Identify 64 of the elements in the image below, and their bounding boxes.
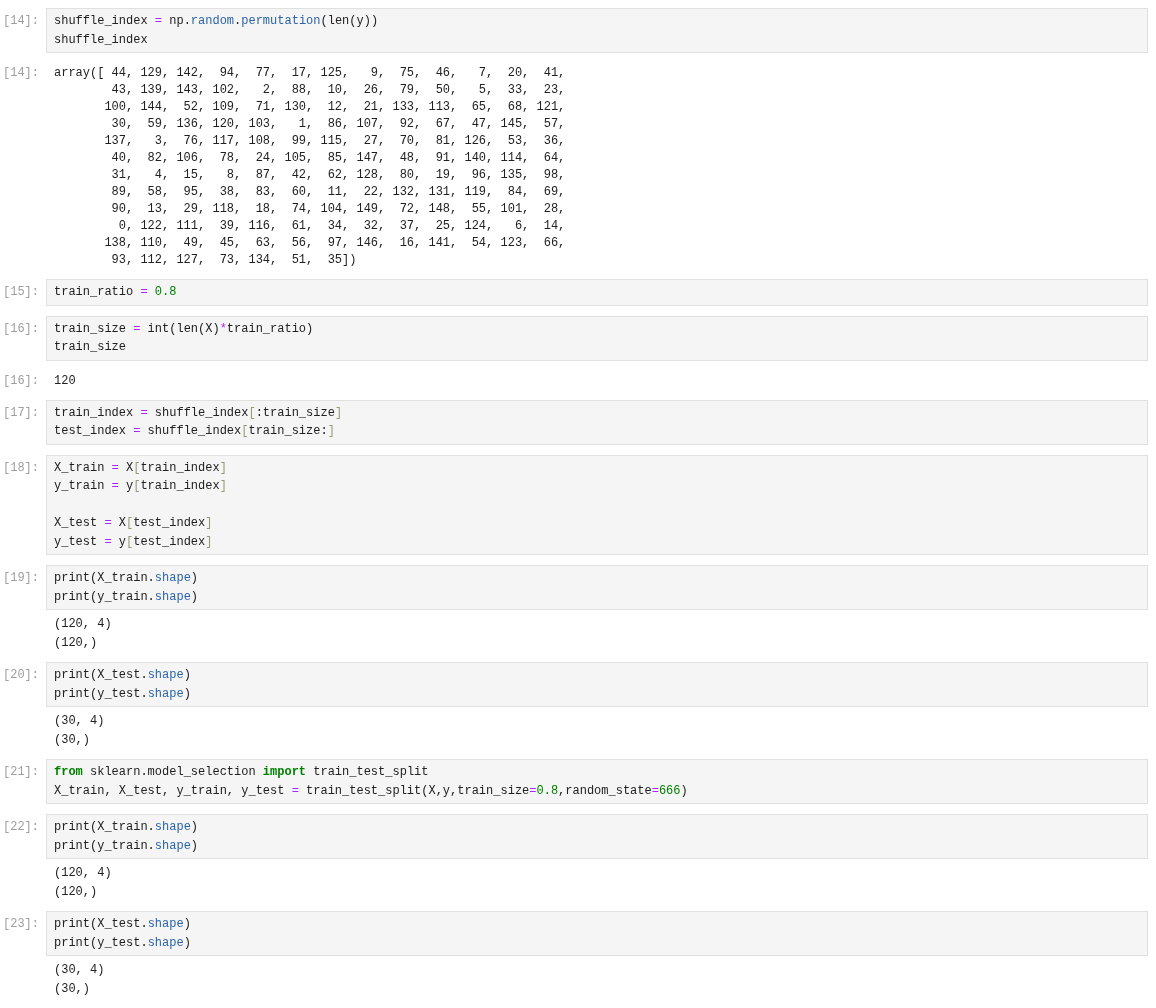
- code-line: print(X_train.shape): [54, 570, 200, 587]
- output-line: (30,): [54, 980, 91, 998]
- input-prompt: [16]:: [2, 320, 40, 338]
- code-cell[interactable]: X_train = X[train_index] y_train = y[train_index] X_test = X[test_index] y_test = y[test_index]: [46, 454, 1148, 555]
- output-line: 89, 58, 95, 38, 83, 60, 11, 22, 132, 131, 119, 84, 69,: [110, 184, 567, 201]
- code-cell[interactable]: print(X_test.shape) print(y_test.shape): [46, 662, 1148, 707]
- code-line: X_train = X[train_index]: [54, 459, 228, 477]
- code-line: train_size: [54, 339, 127, 356]
- code-line: shuffle_index: [54, 31, 149, 49]
- output-line: 90, 13, 29, 118, 18, 74, 104, 149, 72, 148, 55, 101, 28,: [110, 201, 567, 218]
- output-line: 31, 4, 15, 8, 87, 42, 62, 128, 80, 19, 96, 135, 98,: [110, 167, 567, 184]
- code-line: print(y_train.shape): [54, 588, 200, 606]
- code-cell[interactable]: train_size = int(len(X)*train_ratio) train_size: [46, 315, 1148, 361]
- code-line: print(X_test.shape): [54, 916, 192, 933]
- code-cell[interactable]: print(X_test.shape) print(y_test.shape): [46, 911, 1148, 956]
- output-line: array([ 44, 129, 142, 94, 77, 17, 125, 9, 75, 46, 7, 20, 41,: [54, 65, 567, 82]
- output-line: 100, 144, 52, 109, 71, 130, 12, 21, 133, 113, 65, 68, 121,: [103, 99, 567, 116]
- output-line: (30, 4): [54, 962, 106, 979]
- input-prompt: [20]:: [2, 667, 40, 684]
- code-line: shuffle_index = np.random.permutation(len(y)): [54, 13, 380, 30]
- output-line: (120,): [54, 883, 99, 901]
- code-cell[interactable]: print(X_train.shape) print(y_train.shape): [46, 814, 1148, 859]
- output-line: (30, 4): [54, 713, 106, 730]
- output-line: 138, 110, 49, 45, 63, 56, 97, 146, 16, 141, 54, 123, 66,: [103, 235, 567, 252]
- code-line: print(X_train.shape): [54, 819, 200, 836]
- output-line: (30,): [54, 731, 91, 749]
- output-line: (120, 4): [54, 616, 113, 633]
- code-line: train_size = int(len(X)*train_ratio): [54, 320, 315, 338]
- input-prompt: [15]:: [2, 284, 40, 301]
- output-line: 137, 3, 76, 117, 108, 99, 115, 27, 70, 81, 126, 53, 36,: [103, 133, 567, 150]
- output-prompt: [14]:: [2, 65, 40, 82]
- code-line: X_test = X[test_index]: [54, 515, 214, 532]
- input-prompt: [17]:: [2, 404, 40, 422]
- input-prompt: [22]:: [2, 819, 40, 836]
- code-line: y_test = y[test_index]: [54, 533, 214, 551]
- code-line: train_index = shuffle_index[:train_size]: [54, 404, 344, 422]
- output-line: 43, 139, 143, 102, 2, 88, 10, 26, 79, 50, 5, 33, 23,: [110, 82, 567, 99]
- code-line: from sklearn.model_selection import train_test_split: [54, 764, 430, 781]
- code-line: print(X_test.shape): [54, 667, 192, 684]
- code-line: print(y_test.shape): [54, 934, 192, 952]
- input-prompt: [21]:: [2, 764, 40, 781]
- code-cell[interactable]: train_index = shuffle_index[:train_size] test_index = shuffle_index[train_size:]: [46, 399, 1148, 445]
- code-cell[interactable]: shuffle_index = np.random.permutation(len(y)) shuffle_index: [46, 8, 1148, 53]
- output-line: (120, 4): [54, 865, 113, 882]
- code-line: print(y_train.shape): [54, 837, 200, 855]
- input-prompt: [18]:: [2, 459, 40, 477]
- code-line: y_train = y[train_index]: [54, 478, 228, 495]
- input-prompt: [14]:: [2, 13, 40, 30]
- code-cell[interactable]: from sklearn.model_selection import train_test_split X_train, X_test, y_train, y_test = train_test_split(X,y,train_size=0.8,random_state=666): [46, 759, 1148, 804]
- code-cell[interactable]: print(X_train.shape) print(y_train.shape): [46, 565, 1148, 610]
- code-cell[interactable]: train_ratio = 0.8: [46, 279, 1148, 306]
- code-line: train_ratio = 0.8: [54, 284, 178, 301]
- output-line: (120,): [54, 634, 99, 652]
- output-line: 40, 82, 106, 78, 24, 105, 85, 147, 48, 91, 140, 114, 64,: [110, 150, 567, 167]
- output-line: 0, 122, 111, 39, 116, 61, 34, 32, 37, 25, 124, 6, 14,: [117, 218, 567, 235]
- input-prompt: [23]:: [2, 916, 40, 933]
- output-line: 30, 59, 136, 120, 103, 1, 86, 107, 92, 67, 47, 145, 57,: [110, 116, 567, 133]
- code-line: test_index = shuffle_index[train_size:]: [54, 423, 336, 440]
- output-line: 120: [54, 372, 77, 390]
- code-line: X_train, X_test, y_train, y_test = train_test_split(X,y,train_size=0.8,random_state=666): [54, 782, 689, 800]
- input-prompt: [19]:: [2, 570, 40, 587]
- code-line: print(y_test.shape): [54, 685, 192, 703]
- output-line: 93, 112, 127, 73, 134, 51, 35]): [110, 252, 358, 269]
- output-prompt: [16]:: [2, 372, 40, 390]
